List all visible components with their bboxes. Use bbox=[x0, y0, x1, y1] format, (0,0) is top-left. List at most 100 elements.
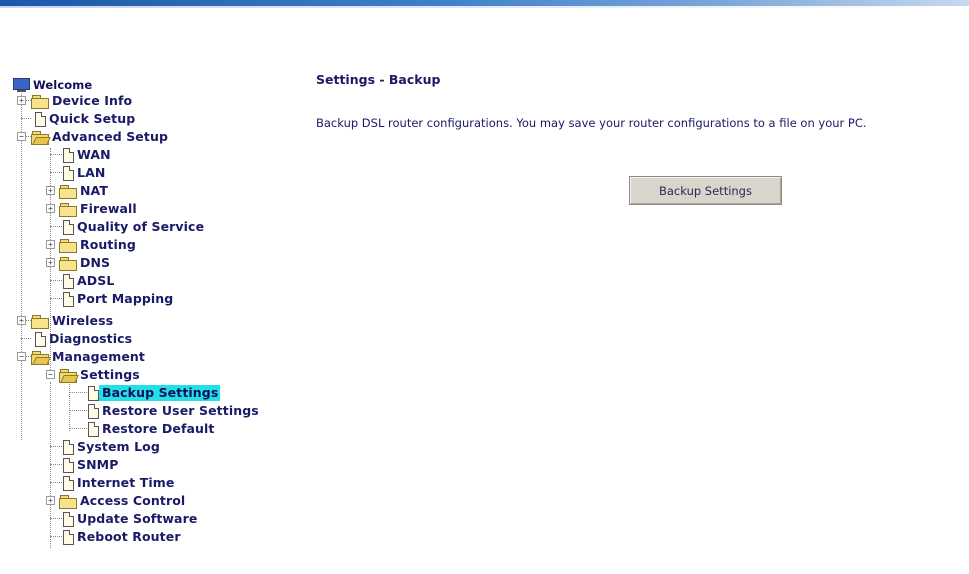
open-folder-icon bbox=[59, 368, 79, 383]
page-icon bbox=[62, 147, 74, 163]
tree-label: Quality of Service bbox=[77, 219, 205, 234]
tree-item-firewall[interactable]: Firewall bbox=[59, 200, 139, 218]
tree-label: Wireless bbox=[52, 313, 114, 328]
tree-line bbox=[50, 172, 62, 173]
folder-icon bbox=[59, 238, 77, 253]
page-icon bbox=[62, 219, 74, 235]
page-icon bbox=[62, 439, 74, 455]
tree-item-quality-of-service[interactable]: Quality of Service bbox=[62, 218, 206, 236]
expand-plus-icon[interactable]: + bbox=[46, 204, 55, 213]
navigation-tree: Welcome + Device Info Quick Setup − Adva… bbox=[13, 76, 293, 556]
tree-label: WAN bbox=[77, 147, 111, 162]
tree-line bbox=[50, 536, 62, 537]
tree-item-port-mapping[interactable]: Port Mapping bbox=[62, 290, 175, 308]
tree-label: Routing bbox=[80, 237, 136, 252]
tree-item-backup-settings[interactable]: Backup Settings bbox=[87, 384, 221, 402]
tree-line bbox=[69, 410, 87, 411]
tree-label: Reboot Router bbox=[77, 529, 181, 544]
tree-item-dns[interactable]: DNS bbox=[59, 254, 112, 272]
tree-line bbox=[50, 482, 62, 483]
collapse-minus-icon[interactable]: − bbox=[17, 352, 26, 361]
tree-label: Restore User Settings bbox=[102, 403, 259, 418]
tree-line bbox=[50, 226, 62, 227]
tree-label: Restore Default bbox=[102, 421, 215, 436]
tree-item-quick-setup[interactable]: Quick Setup bbox=[34, 110, 137, 128]
tree-label: Settings bbox=[80, 367, 140, 382]
page-icon bbox=[34, 331, 46, 347]
tree-line bbox=[21, 93, 22, 440]
tree-item-adsl[interactable]: ADSL bbox=[62, 272, 116, 290]
tree-item-nat[interactable]: NAT bbox=[59, 182, 110, 200]
page-icon bbox=[62, 457, 74, 473]
tree-item-system-log[interactable]: System Log bbox=[62, 438, 162, 456]
tree-label: Update Software bbox=[77, 511, 198, 526]
tree-line bbox=[50, 518, 62, 519]
folder-icon bbox=[59, 494, 77, 509]
expand-plus-icon[interactable]: + bbox=[17, 316, 26, 325]
monitor-icon bbox=[13, 78, 30, 92]
collapse-minus-icon[interactable]: − bbox=[46, 370, 55, 379]
page-icon bbox=[62, 165, 74, 181]
tree-label: LAN bbox=[77, 165, 106, 180]
tree-item-restore-default[interactable]: Restore Default bbox=[87, 420, 217, 438]
tree-item-snmp[interactable]: SNMP bbox=[62, 456, 120, 474]
tree-line bbox=[21, 338, 31, 339]
folder-icon bbox=[59, 184, 77, 199]
tree-label: Advanced Setup bbox=[52, 129, 168, 144]
tree-label: NAT bbox=[80, 183, 108, 198]
tree-item-access-control[interactable]: Access Control bbox=[59, 492, 187, 510]
tree-item-wireless[interactable]: Wireless bbox=[31, 312, 115, 330]
tree-line bbox=[50, 464, 62, 465]
tree-item-reboot-router[interactable]: Reboot Router bbox=[62, 528, 183, 546]
header-shadow bbox=[0, 6, 969, 8]
tree-item-diagnostics[interactable]: Diagnostics bbox=[34, 330, 134, 348]
tree-item-internet-time[interactable]: Internet Time bbox=[62, 474, 177, 492]
tree-item-update-software[interactable]: Update Software bbox=[62, 510, 199, 528]
page-icon bbox=[87, 385, 99, 401]
tree-line bbox=[50, 154, 62, 155]
tree-item-device-info[interactable]: Device Info bbox=[31, 92, 134, 110]
expand-plus-icon[interactable]: + bbox=[46, 496, 55, 505]
tree-label: Internet Time bbox=[77, 475, 175, 490]
tree-label: Access Control bbox=[80, 493, 186, 508]
page-icon bbox=[62, 529, 74, 545]
folder-icon bbox=[59, 202, 77, 217]
expand-plus-icon[interactable]: + bbox=[46, 186, 55, 195]
tree-line bbox=[50, 280, 62, 281]
collapse-minus-icon[interactable]: − bbox=[17, 132, 26, 141]
page-icon bbox=[87, 421, 99, 437]
tree-item-wan[interactable]: WAN bbox=[62, 146, 113, 164]
tree-item-management[interactable]: Management bbox=[31, 348, 147, 366]
page-icon bbox=[34, 111, 46, 127]
tree-item-advanced-setup[interactable]: Advanced Setup bbox=[31, 128, 170, 146]
folder-icon bbox=[59, 256, 77, 271]
tree-label: Port Mapping bbox=[77, 291, 174, 306]
expand-plus-icon[interactable]: + bbox=[17, 96, 26, 105]
tree-line bbox=[69, 392, 87, 393]
tree-line bbox=[21, 118, 31, 119]
tree-line bbox=[50, 446, 62, 447]
tree-label: SNMP bbox=[77, 457, 119, 472]
folder-icon bbox=[31, 314, 49, 329]
tree-label: DNS bbox=[80, 255, 111, 270]
expand-plus-icon[interactable]: + bbox=[46, 258, 55, 267]
tree-label: Welcome bbox=[33, 78, 93, 92]
tree-label: Device Info bbox=[52, 93, 133, 108]
page-title: Settings - Backup bbox=[316, 72, 441, 87]
tree-item-lan[interactable]: LAN bbox=[62, 164, 107, 182]
page-icon bbox=[62, 273, 74, 289]
open-folder-icon bbox=[31, 350, 51, 365]
tree-label: ADSL bbox=[77, 273, 115, 288]
expand-plus-icon[interactable]: + bbox=[46, 240, 55, 249]
tree-item-settings[interactable]: Settings bbox=[59, 366, 142, 384]
page-description: Backup DSL router configurations. You ma… bbox=[316, 116, 867, 130]
tree-item-restore-user-settings[interactable]: Restore User Settings bbox=[87, 402, 261, 420]
tree-label: Quick Setup bbox=[49, 111, 136, 126]
tree-item-routing[interactable]: Routing bbox=[59, 236, 138, 254]
page-icon bbox=[62, 475, 74, 491]
backup-settings-button[interactable]: Backup Settings bbox=[629, 176, 782, 205]
tree-label: Diagnostics bbox=[49, 331, 133, 346]
tree-label: Management bbox=[52, 349, 146, 364]
page-icon bbox=[87, 403, 99, 419]
folder-icon bbox=[31, 94, 49, 109]
